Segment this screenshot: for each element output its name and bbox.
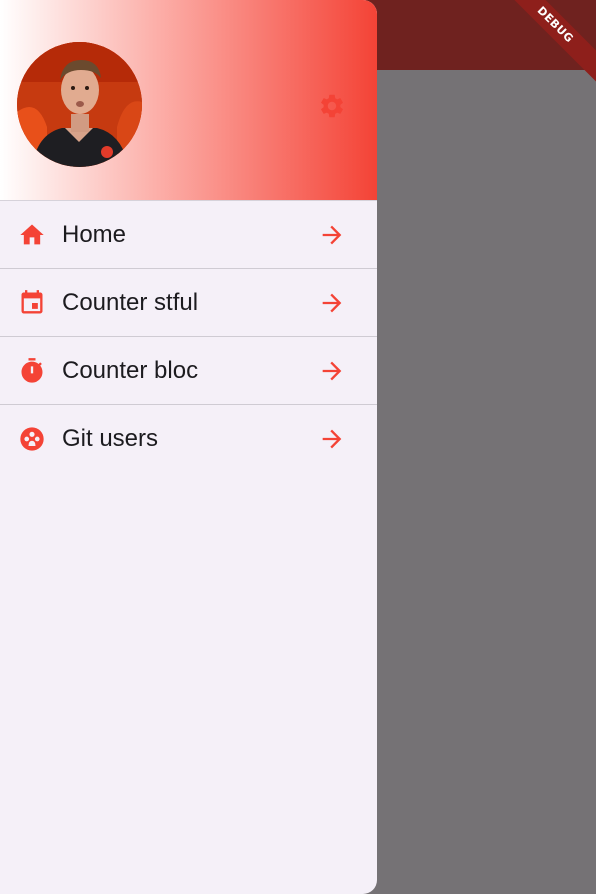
- drawer-header: [0, 0, 377, 201]
- drawer-item-git-users[interactable]: Git users: [0, 405, 377, 472]
- drawer-item-home[interactable]: Home: [0, 201, 377, 269]
- timer-icon: [18, 357, 46, 385]
- home-icon: [18, 221, 46, 249]
- drawer-item-counter-bloc[interactable]: Counter bloc: [0, 337, 377, 405]
- drawer-item-label: Counter stful: [62, 288, 199, 316]
- navigation-drawer: Home Counter stful Counter bloc Git user…: [0, 0, 377, 894]
- calendar-icon: [18, 289, 46, 317]
- drawer-menu: Home Counter stful Counter bloc Git user…: [0, 201, 377, 472]
- arrow-right-icon: [318, 221, 346, 249]
- drawer-item-label: Counter bloc: [62, 356, 199, 384]
- drawer-item-label: Git users: [62, 424, 159, 452]
- avatar[interactable]: [17, 42, 142, 167]
- drawer-item-label: Home: [62, 220, 127, 248]
- arrow-right-icon: [318, 289, 346, 317]
- gear-icon[interactable]: [318, 92, 346, 120]
- drawer-item-counter-stful[interactable]: Counter stful: [0, 269, 377, 337]
- group-icon: [18, 425, 46, 453]
- arrow-right-icon: [318, 425, 346, 453]
- arrow-right-icon: [318, 357, 346, 385]
